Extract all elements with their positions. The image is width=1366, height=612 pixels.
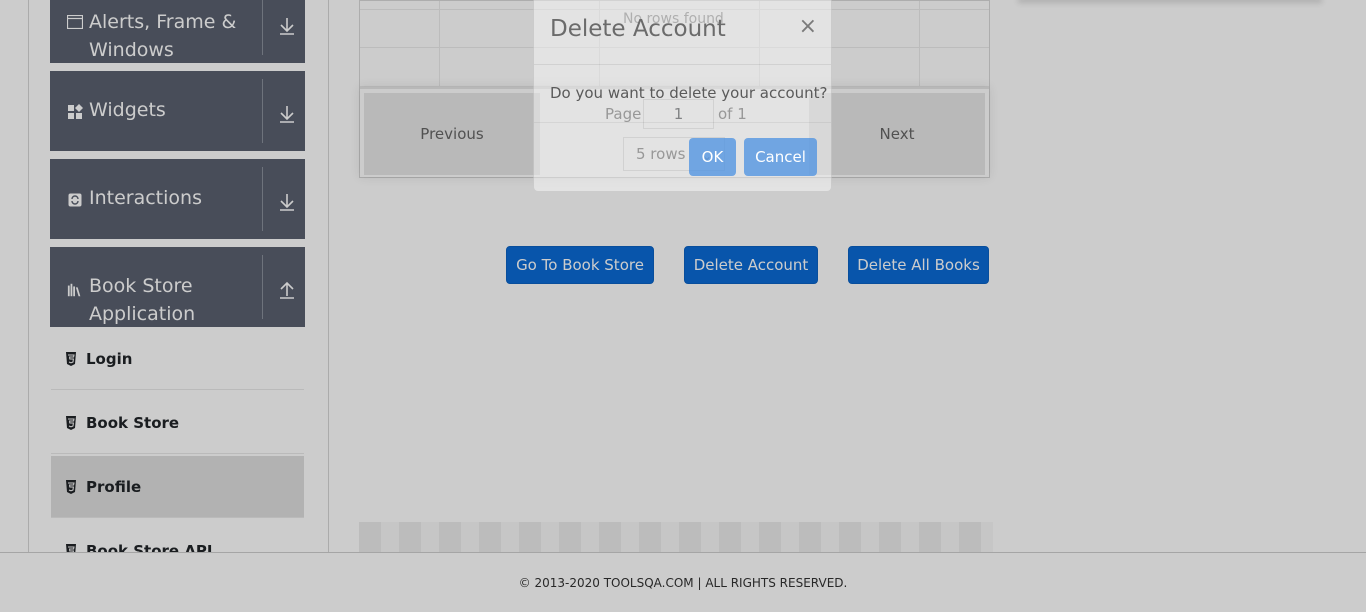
modal-divider	[534, 64, 831, 65]
close-icon[interactable]: ×	[799, 14, 817, 39]
modal-divider	[534, 122, 831, 123]
cancel-button[interactable]: Cancel	[744, 138, 817, 176]
modal-body-text: Do you want to delete your account?	[550, 84, 828, 102]
delete-account-modal: Delete Account × Do you want to delete y…	[533, 0, 832, 192]
ok-button[interactable]: OK	[689, 138, 736, 176]
modal-title: Delete Account	[550, 16, 726, 42]
